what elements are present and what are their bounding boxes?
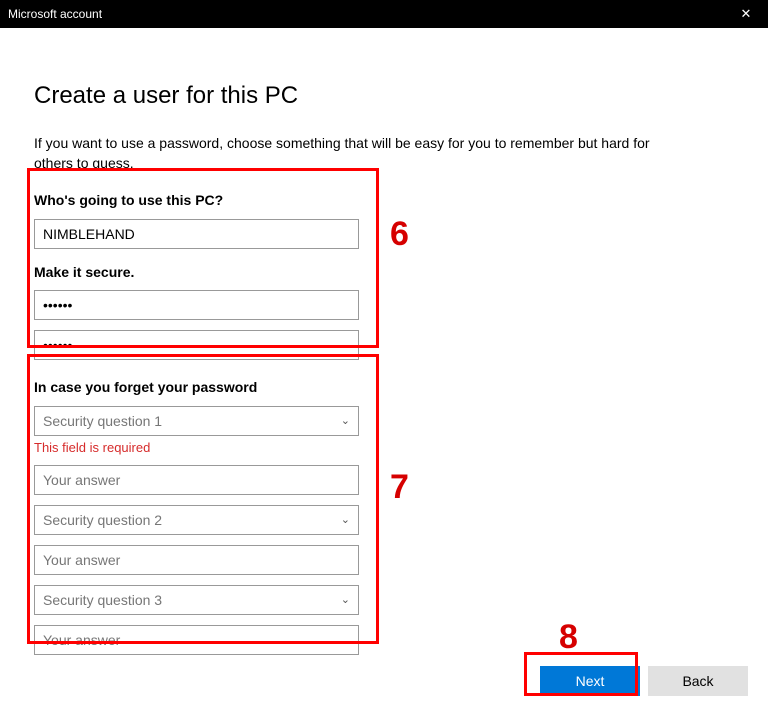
secure-label: Make it secure. bbox=[34, 263, 734, 283]
password-input[interactable] bbox=[34, 290, 359, 320]
security-answer-2-input[interactable] bbox=[34, 545, 359, 575]
chevron-down-icon: ⌄ bbox=[341, 593, 350, 606]
security-question-3-label: Security question 3 bbox=[43, 592, 162, 608]
security-question-1-error: This field is required bbox=[34, 440, 734, 455]
back-button[interactable]: Back bbox=[648, 666, 748, 696]
security-question-3-select[interactable]: Security question 3 ⌄ bbox=[34, 585, 359, 615]
title-bar: Microsoft account ✕ bbox=[0, 0, 768, 28]
security-answer-3-input[interactable] bbox=[34, 625, 359, 655]
security-answer-1-input[interactable] bbox=[34, 465, 359, 495]
security-heading: In case you forget your password bbox=[34, 378, 734, 398]
footer: Next Back bbox=[0, 666, 768, 696]
security-question-1-label: Security question 1 bbox=[43, 413, 162, 429]
chevron-down-icon: ⌄ bbox=[341, 414, 350, 427]
content-area: Create a user for this PC If you want to… bbox=[0, 28, 768, 655]
close-icon[interactable]: ✕ bbox=[732, 6, 760, 22]
security-question-2-label: Security question 2 bbox=[43, 512, 162, 528]
who-label: Who's going to use this PC? bbox=[34, 191, 734, 211]
security-question-2-select[interactable]: Security question 2 ⌄ bbox=[34, 505, 359, 535]
confirm-password-input[interactable] bbox=[34, 330, 359, 360]
next-button[interactable]: Next bbox=[540, 666, 640, 696]
security-question-1-select[interactable]: Security question 1 ⌄ bbox=[34, 406, 359, 436]
window-title: Microsoft account bbox=[8, 7, 102, 21]
username-input[interactable] bbox=[34, 219, 359, 249]
page-title: Create a user for this PC bbox=[34, 82, 734, 110]
chevron-down-icon: ⌄ bbox=[341, 513, 350, 526]
page-description: If you want to use a password, choose so… bbox=[34, 134, 674, 173]
